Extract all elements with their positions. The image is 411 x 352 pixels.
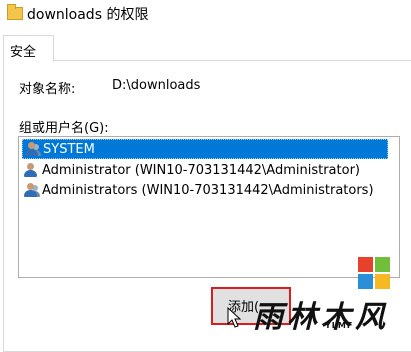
list-item-system[interactable]: SYSTEM [22,139,388,159]
list-item-label: SYSTEM [43,141,95,157]
tab-security[interactable]: 安全 [3,35,54,62]
list-item-label: Administrator (WIN10-703131442\Administr… [42,162,360,178]
object-name-value: D:\downloads [112,78,201,93]
tab-security-label: 安全 [10,45,37,60]
mouse-cursor-icon [227,307,242,328]
watermark-subtext: YLMF [325,321,354,330]
title-bar: downloads 的权限 [0,0,411,30]
list-item-administrator[interactable]: Administrator (WIN10-703131442\Administr… [22,160,388,180]
list-item-administrators[interactable]: Administrators (WIN10-703131442\Administ… [22,180,388,200]
window-title: downloads 的权限 [27,7,149,23]
group-user-label: 组或用户名(G): [19,121,109,136]
watermark-text: 雨林木风 [253,300,389,335]
watermark-logo: 雨林木风 YLMF [253,292,411,335]
group-users-icon [23,141,41,157]
windows-logo-icon [358,257,390,289]
group-users-icon [22,182,40,198]
group-user-list[interactable]: SYSTEM Administrator (WIN10-703131442\Ad… [18,136,400,278]
user-icon [22,162,40,178]
folder-icon [7,4,23,20]
list-item-label: Administrators (WIN10-703131442\Administ… [42,182,374,198]
object-name-label: 对象名称: [19,82,76,97]
